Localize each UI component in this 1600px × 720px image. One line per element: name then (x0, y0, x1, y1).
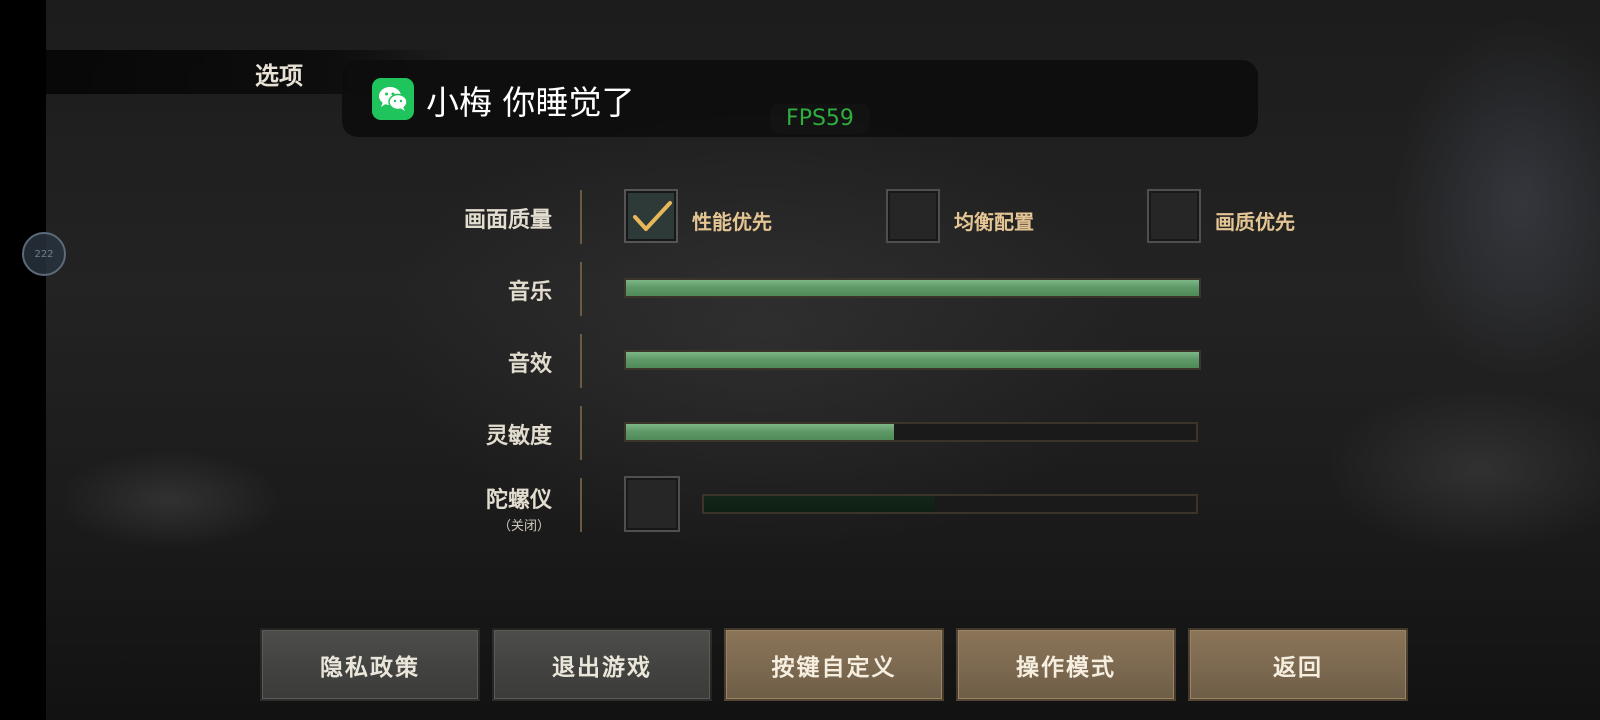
gyroscope-slider[interactable] (702, 494, 1198, 514)
performance-checkbox[interactable] (624, 189, 678, 243)
music-label: 音乐 (507, 279, 552, 305)
balanced-checkbox[interactable] (886, 189, 940, 243)
sfx-label: 音效 (507, 351, 552, 377)
balanced-option-label[interactable]: 均衡配置 (954, 206, 1034, 235)
sensitivity-divider (580, 406, 582, 460)
quality-first-option-label[interactable]: 画质优先 (1215, 206, 1295, 235)
performance-option-label[interactable]: 性能优先 (692, 206, 772, 235)
sfx-slider[interactable] (624, 350, 1201, 370)
left-black-bar (0, 0, 46, 720)
fps-counter: FPS59 (770, 104, 870, 134)
music-slider-fill (626, 280, 1199, 296)
floating-ball[interactable]: 222 (22, 232, 66, 276)
key-customize-button[interactable]: 按键自定义 (724, 628, 944, 701)
gyroscope-label: 陀螺仪 (485, 487, 552, 513)
sfx-slider-fill (626, 352, 1199, 368)
sensitivity-slider[interactable] (624, 422, 1198, 442)
check-icon (633, 201, 672, 231)
gyroscope-slider-fill (704, 496, 936, 512)
notification-text: 小梅 你睡觉了 (426, 83, 635, 122)
music-slider[interactable] (624, 278, 1201, 298)
wechat-icon (372, 78, 414, 120)
exit-game-button[interactable]: 退出游戏 (492, 628, 712, 701)
quality-divider (580, 190, 582, 244)
sensitivity-label: 灵敏度 (485, 423, 552, 449)
sfx-divider (580, 334, 582, 388)
music-divider (580, 262, 582, 316)
page-title: 选项 (255, 61, 303, 90)
quality-first-checkbox[interactable] (1147, 189, 1201, 243)
control-mode-button[interactable]: 操作模式 (956, 628, 1176, 701)
gyroscope-status: （关闭） (497, 519, 550, 534)
quality-label: 画面质量 (463, 207, 552, 233)
gyroscope-divider (580, 478, 582, 532)
privacy-policy-button[interactable]: 隐私政策 (260, 628, 480, 701)
sensitivity-slider-fill (626, 424, 894, 440)
back-button[interactable]: 返回 (1188, 628, 1408, 701)
gyroscope-checkbox[interactable] (624, 476, 680, 532)
